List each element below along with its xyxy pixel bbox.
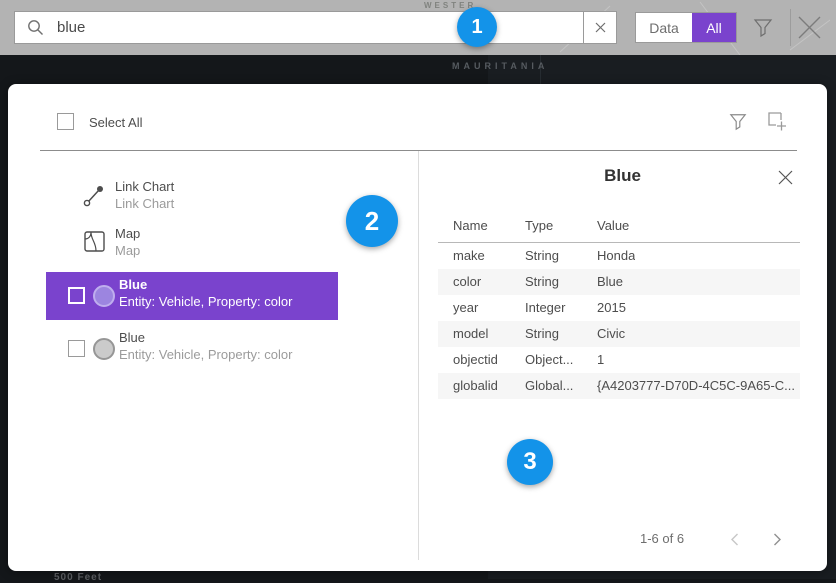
cell-value: Blue (597, 269, 623, 295)
column-header-name: Name (453, 218, 488, 233)
close-icon (796, 14, 823, 41)
search-box (14, 11, 617, 44)
cell-name: color (453, 269, 481, 295)
toolbar-divider (790, 9, 791, 46)
search-input[interactable] (44, 12, 583, 43)
result-checkbox[interactable] (68, 340, 85, 357)
cell-value: {A4203777-D70D-4C5C-9A65-C... (597, 373, 795, 399)
cell-type: Object... (525, 347, 573, 373)
add-to-selection-icon[interactable] (768, 112, 788, 132)
search-toolbar: WESTER Data All (0, 0, 836, 55)
annotation-badge-1: 1 (457, 7, 497, 47)
cell-value: 2015 (597, 295, 626, 321)
cell-type: Global... (525, 373, 573, 399)
cell-type: Integer (525, 295, 565, 321)
chevron-left-icon (730, 533, 739, 546)
link-chart-icon (82, 184, 106, 208)
cell-name: globalid (453, 373, 498, 399)
cell-name: model (453, 321, 488, 347)
cell-name: year (453, 295, 478, 321)
x-icon (595, 22, 606, 33)
cell-value: Civic (597, 321, 625, 347)
close-search-button[interactable] (796, 14, 823, 41)
map-country-label: MAURITANIA (452, 61, 548, 71)
select-all-checkbox[interactable] (57, 113, 74, 130)
result-subtitle: Entity: Vehicle, Property: color (119, 347, 292, 362)
toggle-option-all[interactable]: All (692, 13, 736, 42)
result-title[interactable]: Link Chart (115, 179, 174, 194)
result-row-blue[interactable]: Blue Entity: Vehicle, Property: color (46, 328, 338, 372)
pagination-label: 1-6 of 6 (640, 531, 684, 546)
map-scale-label: 500 Feet (54, 572, 102, 583)
panel-filter-icon[interactable] (729, 112, 747, 131)
table-row: make String Honda (438, 243, 800, 269)
entity-circle-icon (93, 338, 115, 360)
search-icon (27, 19, 44, 36)
cell-type: String (525, 321, 559, 347)
clear-search-button[interactable] (583, 12, 616, 43)
cell-type: String (525, 243, 559, 269)
list-detail-divider (418, 151, 419, 560)
table-row: objectid Object... 1 (438, 347, 800, 373)
detail-title: Blue (418, 166, 827, 186)
result-row-blue-selected[interactable]: Blue Entity: Vehicle, Property: color (46, 272, 338, 320)
result-subtitle: Map (115, 243, 140, 258)
annotation-badge-3: 3 (507, 439, 553, 485)
cell-name: objectid (453, 347, 498, 373)
entity-circle-icon (93, 285, 115, 307)
result-checkbox[interactable] (68, 287, 85, 304)
prev-page-button[interactable] (730, 533, 739, 546)
cell-value: Honda (597, 243, 635, 269)
result-title: Blue (119, 277, 147, 292)
result-title[interactable]: Map (115, 226, 140, 241)
close-icon (778, 170, 793, 185)
scope-toggle: Data All (635, 12, 737, 43)
column-header-type: Type (525, 218, 553, 233)
table-row: model String Civic (438, 321, 800, 347)
toggle-option-data[interactable]: Data (636, 13, 692, 42)
result-title: Blue (119, 330, 145, 345)
column-header-value: Value (597, 218, 629, 233)
select-all-label: Select All (89, 115, 142, 130)
table-row: color String Blue (438, 269, 800, 295)
search-results-panel: Select All Link Chart Link Chart Map Map… (8, 84, 827, 571)
table-row: year Integer 2015 (438, 295, 800, 321)
filter-icon[interactable] (753, 17, 773, 38)
cell-value: 1 (597, 347, 604, 373)
chevron-right-icon (773, 533, 782, 546)
close-detail-button[interactable] (778, 170, 793, 185)
cell-name: make (453, 243, 485, 269)
map-icon (84, 231, 105, 252)
annotation-badge-2: 2 (346, 195, 398, 247)
next-page-button[interactable] (773, 533, 782, 546)
result-subtitle: Link Chart (115, 196, 174, 211)
table-row: globalid Global... {A4203777-D70D-4C5C-9… (438, 373, 800, 399)
result-subtitle: Entity: Vehicle, Property: color (119, 294, 292, 309)
cell-type: String (525, 269, 559, 295)
